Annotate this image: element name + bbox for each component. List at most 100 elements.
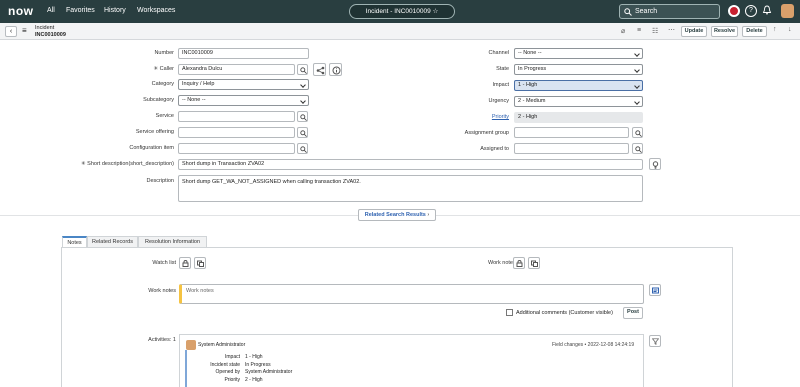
activity-author: System Administrator [198,342,246,348]
search-icon [624,8,632,16]
list-item: Priority 2 - High [224,376,263,383]
configuration-item-lookup-button[interactable] [297,143,308,154]
priority-link[interactable]: Priority [420,114,509,120]
avatar [186,340,196,350]
priority-field: 2 - High [514,112,643,123]
assigned-to-lookup-button[interactable] [632,143,643,154]
channel-label: Channel [488,50,510,56]
subcategory-label: Subcategory [143,97,174,103]
assignment-group-field[interactable] [514,127,629,138]
caller-lookup-button[interactable] [297,64,308,75]
list-item: Incident state In Progress [210,361,271,368]
watch-list-label: Watch list [152,260,176,266]
subcategory-select[interactable]: -- None -- [178,95,309,106]
previous-record-icon[interactable]: ↑ [773,26,777,33]
work-notes-list-lock-icon[interactable] [513,257,525,269]
nav-menu-favorites[interactable]: Favorites [66,7,95,14]
work-notes-list-label: Work notes list [488,260,524,266]
search-icon [635,130,642,137]
star-icon[interactable]: ☆ [433,8,439,15]
description-textarea[interactable]: Short dump GET_WA_NOT_ASSIGNED when call… [178,175,643,202]
search-placeholder: Search [635,8,658,15]
short-description-label: ✳ Short description(short_description) [81,161,174,167]
search-icon [300,67,307,74]
chevron-right-icon: › [427,212,430,218]
nav-menu-all[interactable]: All [47,7,55,14]
service-field[interactable] [178,111,295,122]
short-description-field[interactable]: Short dump in Transaction ZVA02 [178,159,643,170]
number-field[interactable]: INC0010009 [178,48,309,59]
watch-list-lock-icon[interactable] [179,257,191,269]
help-icon[interactable]: ? [745,5,757,17]
servicenow-logo[interactable]: now [8,4,34,18]
search-icon [300,130,307,137]
caller-field[interactable]: Alexandra Dulcu [178,64,295,75]
channel-select[interactable]: -- None -- [514,48,643,59]
suggestion-lightbulb-icon[interactable] [649,158,661,170]
settings-icon[interactable]: ☷ [652,27,658,35]
service-lookup-button[interactable] [297,111,308,122]
category-select[interactable]: Inquiry / Help [178,79,309,90]
service-label: Service [155,113,174,119]
activity-stream-icon[interactable]: ≡ [637,27,641,34]
delete-button[interactable]: Delete [742,26,767,37]
activity-filter-icon[interactable] [649,335,661,347]
assigned-to-label: Assigned to [480,146,509,152]
activity-card: System Administrator Field changes • 202… [179,334,644,387]
watch-list-add-me-icon[interactable] [194,257,206,269]
work-notes-placeholder: Work notes [186,288,214,294]
back-button[interactable]: ‹ [5,26,17,37]
top-navigation-bar: now All Favorites History Workspaces Inc… [0,0,800,23]
state-select[interactable]: In Progress [514,64,643,75]
work-notes-label: Work notes [148,288,176,294]
more-options-icon[interactable]: ⋯ [668,26,675,34]
additional-comments-checkbox[interactable] [506,309,513,316]
record-title-text: Incident - INC0010009 [365,8,431,15]
global-search-input[interactable]: Search [619,4,720,19]
assignment-group-label: Assignment group [464,130,509,136]
related-search-results-button[interactable]: Related Search Results › [358,209,436,221]
hierarchy-icon[interactable] [313,63,326,76]
assigned-to-field[interactable] [514,143,629,154]
hamburger-menu-icon[interactable]: ≡ [22,26,27,35]
user-avatar[interactable] [781,4,794,18]
nav-menu-history[interactable]: History [104,7,126,14]
info-icon[interactable] [329,63,342,76]
next-record-icon[interactable]: ↓ [788,26,792,33]
description-label: Description [146,178,174,184]
field-changes-text: Field changes [552,342,584,348]
attachment-icon[interactable]: ⌀ [621,27,625,35]
scope-globe-icon[interactable] [728,5,740,17]
impact-select[interactable]: 1 - High [514,80,643,91]
post-button[interactable]: Post [623,307,643,319]
work-notes-textarea[interactable]: Work notes [179,284,644,304]
activity-field-list: Impact 1 - High Incident state In Progress… [200,354,292,384]
activity-meta: Field changes • 2022-12-08 14:24:19 [552,342,635,348]
urgency-label: Urgency [488,98,509,104]
search-icon [300,146,307,153]
configuration-item-label: Configuration item [129,145,174,151]
assignment-group-lookup-button[interactable] [632,127,643,138]
resolve-button[interactable]: Resolve [711,26,738,37]
service-offering-label: Service offering [135,129,174,135]
activity-marker-bar [185,350,187,387]
configuration-item-field[interactable] [178,143,295,154]
work-notes-template-icon[interactable] [649,284,661,296]
urgency-select[interactable]: 2 - Medium [514,96,643,107]
record-header: ‹ ≡ Incident INC0010009 ⌀ ≡ ☷ ⋯ Update R… [0,23,800,40]
record-title-pill[interactable]: Incident - INC0010009 ☆ [349,4,455,19]
list-item: Impact 1 - High [224,354,263,360]
activities-label: Activities: 1 [148,337,176,343]
search-icon [300,114,307,121]
impact-label: Impact [492,82,509,88]
work-notes-list-add-me-icon[interactable] [528,257,540,269]
additional-comments-label: Additional comments (Customer visible) [516,310,613,316]
caller-label: ✳ Caller [153,66,174,72]
update-button[interactable]: Update [681,26,707,37]
state-label: State [496,66,509,72]
category-label: Category [151,81,174,87]
service-offering-lookup-button[interactable] [297,127,308,138]
service-offering-field[interactable] [178,127,295,138]
bell-icon[interactable] [762,5,774,17]
nav-menu-workspaces[interactable]: Workspaces [137,7,175,14]
